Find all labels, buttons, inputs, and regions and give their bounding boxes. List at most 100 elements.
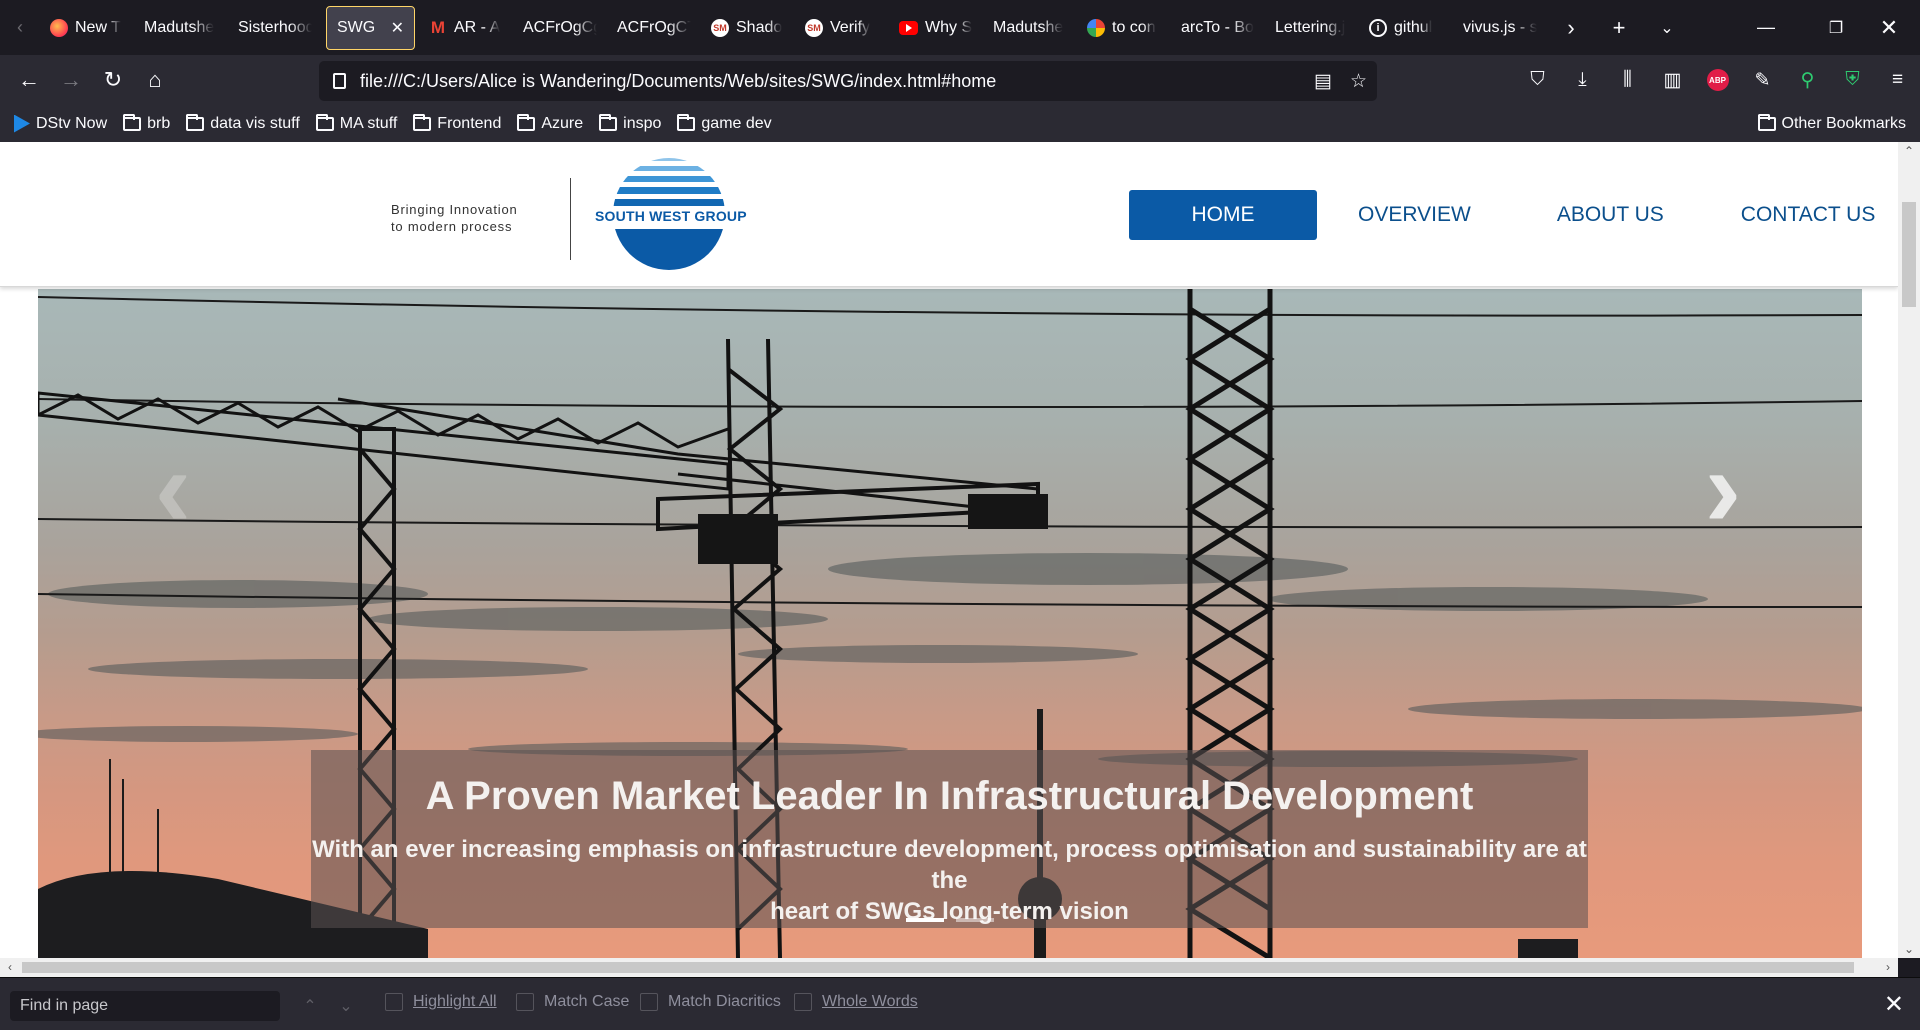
browser-tab[interactable]: arcTo - Bo — [1171, 6, 1265, 50]
bookmark-star-icon[interactable]: ☆ — [1350, 70, 1367, 93]
highlight-all-checkbox[interactable] — [385, 993, 403, 1011]
bookmark-folder-brb[interactable]: brb — [123, 113, 170, 133]
tab-label: arcTo - Bo — [1181, 18, 1254, 36]
home-button[interactable]: ⌂ — [134, 60, 176, 100]
browser-tab[interactable]: ACFrOgCT — [607, 6, 701, 50]
match-diacritics-option[interactable]: Match Diacritics — [640, 993, 781, 1011]
browser-tab[interactable]: SWG ✕ — [326, 5, 415, 50]
vertical-scroll-thumb[interactable] — [1902, 202, 1916, 307]
scroll-down-icon[interactable]: ⌄ — [1898, 940, 1920, 958]
browser-tab[interactable]: New T — [40, 6, 134, 50]
tab-label: New T — [75, 18, 121, 36]
close-find-bar-icon[interactable]: ✕ — [1884, 990, 1904, 1019]
bookmark-folder-frontend[interactable]: Frontend — [413, 113, 501, 133]
browser-tab[interactable]: i githul — [1359, 6, 1453, 50]
library-icon[interactable]: ⫼ — [1605, 55, 1650, 105]
browser-tab[interactable]: vivus.js - s — [1453, 6, 1547, 50]
new-tab-button[interactable]: + — [1595, 0, 1643, 55]
highlight-all-option[interactable]: Highlight All — [385, 993, 497, 1011]
south-west-group-logo[interactable]: SOUTH WEST GROUP — [595, 157, 747, 272]
whole-words-checkbox[interactable] — [794, 993, 812, 1011]
reload-button[interactable]: ↻ — [92, 60, 134, 100]
find-next-icon[interactable]: ⌄ — [330, 991, 362, 1021]
bookmark-folder-data-vis[interactable]: data vis stuff — [186, 113, 300, 133]
browser-tab[interactable]: to con — [1077, 6, 1171, 50]
downloads-icon[interactable]: ⤓ — [1560, 55, 1605, 105]
back-button[interactable]: ← — [8, 60, 50, 100]
browser-tab[interactable]: SM Verify — [795, 6, 889, 50]
sm-icon: SM — [805, 18, 823, 37]
browser-tab[interactable]: Madutshe — [134, 6, 228, 50]
tab-label: Why S — [925, 18, 973, 36]
navigation-toolbar: ← → ↻ ⌂ file:///C:/Users/Alice is Wander… — [0, 55, 1920, 105]
pin-extension-icon[interactable]: ⚲ — [1785, 55, 1830, 105]
youtube-icon — [899, 20, 918, 35]
minimize-icon[interactable]: — — [1735, 0, 1797, 55]
vertical-scrollbar[interactable]: ⌃ ⌄ — [1898, 142, 1920, 958]
bookmark-dstv[interactable]: DStv Now — [14, 114, 107, 133]
logo-text: SOUTH WEST GROUP — [595, 208, 747, 224]
tab-label: ACFrOgCg — [523, 18, 597, 36]
shield-extension-icon[interactable]: ⛨ — [1830, 55, 1875, 105]
horizontal-scrollbar[interactable]: ‹ › — [0, 958, 1898, 977]
gmail-icon: M — [430, 17, 446, 37]
adblock-icon[interactable]: ABP — [1695, 55, 1740, 105]
browser-tab[interactable]: Why S — [889, 6, 983, 50]
bookmark-folder-game-dev[interactable]: game dev — [677, 113, 772, 133]
forward-button[interactable]: → — [50, 60, 92, 100]
close-tab-icon[interactable]: ✕ — [391, 18, 404, 38]
hero-carousel: ‹ › A Proven Market Leader In Infrastruc… — [38, 289, 1862, 958]
nav-contact-us[interactable]: CONTACT US — [1741, 190, 1876, 240]
tab-label: Madutshe — [144, 18, 215, 36]
match-case-checkbox[interactable] — [516, 993, 534, 1011]
pocket-icon[interactable]: ⛉ — [1515, 55, 1560, 105]
scroll-tabs-right-icon[interactable]: › — [1547, 0, 1595, 55]
bookmark-folder-ma-stuff[interactable]: MA stuff — [315, 113, 397, 133]
menu-icon[interactable]: ≡ — [1875, 55, 1920, 105]
horizontal-scroll-thumb[interactable] — [22, 962, 1854, 973]
close-window-icon[interactable]: ✕ — [1858, 0, 1920, 55]
other-bookmarks[interactable]: Other Bookmarks — [1757, 105, 1906, 142]
tab-bar: ‹ New T Madutshe Sisterhood SWG ✕ M AR - A ACFr… — [0, 0, 1920, 55]
bookmark-folder-azure[interactable]: Azure — [517, 113, 583, 133]
color-picker-icon[interactable]: ✎ — [1740, 55, 1785, 105]
url-bar[interactable]: file:///C:/Users/Alice is Wandering/Docu… — [319, 61, 1377, 101]
browser-tab[interactable]: Madutshe — [983, 6, 1077, 50]
url-text[interactable]: file:///C:/Users/Alice is Wandering/Docu… — [360, 71, 996, 92]
browser-tab[interactable]: M AR - A — [419, 6, 513, 50]
whole-words-option[interactable]: Whole Words — [794, 993, 918, 1011]
hero-caption: A Proven Market Leader In Infrastructura… — [311, 750, 1588, 928]
browser-tab[interactable]: Lettering.j — [1265, 6, 1359, 50]
scroll-right-icon[interactable]: › — [1878, 958, 1898, 977]
match-diacritics-checkbox[interactable] — [640, 993, 658, 1011]
find-bar: ⌃ ⌄ Highlight All Match Case Match Diacr… — [0, 977, 1920, 1030]
scroll-left-icon[interactable]: ‹ — [0, 958, 20, 977]
browser-tab[interactable]: SM Shado — [701, 6, 795, 50]
reader-view-icon[interactable]: ▤ — [1314, 70, 1332, 93]
folder-icon — [677, 113, 696, 131]
tab-label: Shado — [736, 18, 783, 36]
find-previous-icon[interactable]: ⌃ — [294, 991, 326, 1021]
nav-about-us[interactable]: ABOUT US — [1557, 190, 1664, 240]
match-case-option[interactable]: Match Case — [516, 993, 629, 1011]
browser-tab[interactable]: ACFrOgCg — [513, 6, 607, 50]
carousel-indicator[interactable] — [905, 918, 944, 922]
bookmark-folder-inspo[interactable]: inspo — [599, 113, 661, 133]
carousel-prev-icon[interactable]: ‹ — [138, 434, 208, 544]
list-all-tabs-icon[interactable]: ⌄ — [1643, 0, 1691, 55]
google-icon — [1087, 18, 1105, 37]
browser-tab[interactable]: Sisterhood — [228, 6, 322, 50]
tab-label: SWG — [337, 18, 376, 36]
sidebar-icon[interactable]: ▥ — [1650, 55, 1695, 105]
nav-overview[interactable]: OVERVIEW — [1358, 190, 1471, 240]
bookmarks-toolbar: DStv Now brb data vis stuff MA stuff Fro… — [0, 105, 1920, 142]
scroll-up-icon[interactable]: ⌃ — [1898, 142, 1920, 160]
scroll-tabs-left-icon[interactable]: ‹ — [0, 0, 40, 55]
carousel-indicator[interactable] — [955, 918, 994, 922]
nav-home[interactable]: HOME — [1129, 190, 1317, 240]
tagline: Bringing Innovation to modern process — [391, 202, 518, 234]
find-input[interactable] — [10, 991, 280, 1021]
folder-icon — [517, 113, 536, 131]
dstv-icon — [14, 114, 30, 133]
carousel-next-icon[interactable]: › — [1688, 434, 1758, 544]
